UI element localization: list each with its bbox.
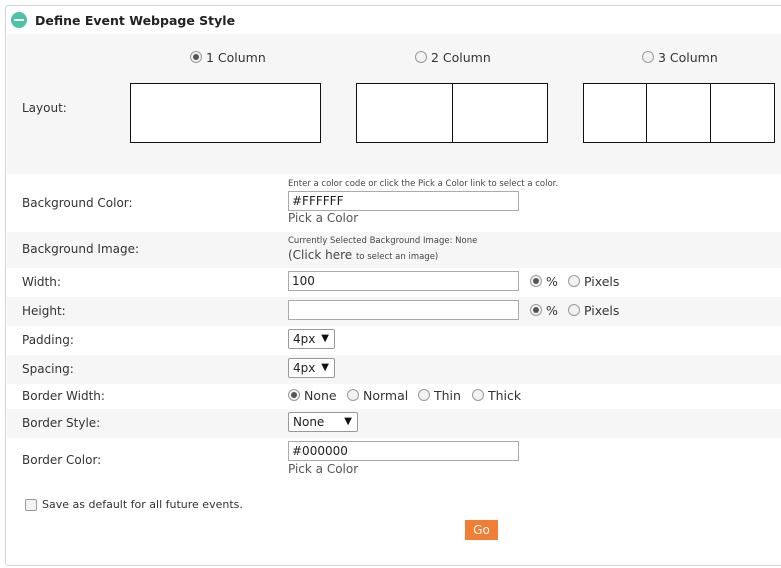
padding-select[interactable]: 4px ▼	[288, 329, 335, 349]
height-percent-label: %	[545, 303, 558, 318]
layout-2-column-preview[interactable]	[356, 83, 548, 143]
spacing-label: Spacing:	[22, 362, 74, 376]
height-input[interactable]	[288, 300, 519, 320]
padding-row: Padding: 4px ▼	[7, 326, 781, 355]
click-here-suffix: to select an image)	[355, 252, 439, 262]
click-here-text[interactable]: (Click here	[288, 248, 352, 262]
border-width-thin-label: Thin	[433, 388, 461, 403]
layout-1-column-label: 1 Column	[205, 50, 266, 65]
background-color-hint: Enter a color code or click the Pick a C…	[288, 179, 559, 189]
width-pixels-radio[interactable]	[568, 275, 580, 287]
border-style-label: Border Style:	[22, 416, 101, 430]
border-pick-color-link[interactable]: Pick a Color	[288, 462, 358, 476]
width-row: Width: % Pixels	[7, 268, 781, 297]
spacing-select-value: 4px	[293, 361, 316, 375]
border-width-thick-label: Thick	[487, 388, 522, 403]
background-image-label: Background Image:	[22, 242, 140, 256]
border-width-thick-radio[interactable]	[472, 389, 484, 401]
padding-label: Padding:	[22, 333, 74, 347]
save-default-checkbox[interactable]	[25, 498, 37, 511]
height-pixels-radio[interactable]	[568, 304, 580, 316]
background-color-input[interactable]	[288, 191, 519, 211]
layout-option-1-column[interactable]: 1 Column	[190, 50, 266, 65]
border-width-normal-option[interactable]: Normal	[347, 388, 408, 403]
border-width-normal-radio[interactable]	[347, 389, 359, 401]
dropdown-arrow-icon: ▼	[321, 333, 329, 344]
layout-1-column-radio[interactable]	[190, 51, 202, 63]
layout-3-column-preview[interactable]	[583, 83, 775, 143]
width-percent-option[interactable]: %	[530, 274, 558, 289]
border-width-thin-radio[interactable]	[418, 389, 430, 401]
border-width-label: Border Width:	[22, 389, 105, 403]
width-pixels-option[interactable]: Pixels	[568, 274, 619, 289]
width-input[interactable]	[288, 271, 519, 291]
column-divider	[452, 84, 453, 142]
border-style-select[interactable]: None ▼	[288, 412, 358, 432]
panel-title: Define Event Webpage Style	[35, 12, 236, 28]
layout-3-column-label: 3 Column	[657, 50, 718, 65]
border-width-normal-label: Normal	[362, 388, 409, 403]
width-percent-radio[interactable]	[530, 275, 542, 287]
layout-1-column-preview[interactable]	[130, 83, 321, 143]
background-color-row: Background Color: Enter a color code or …	[7, 174, 781, 232]
layout-option-3-column[interactable]: 3 Column	[642, 50, 718, 65]
width-pixels-label: Pixels	[583, 274, 620, 289]
column-divider	[710, 84, 711, 142]
border-color-row: Border Color: Pick a Color	[7, 438, 781, 482]
style-panel: Define Event Webpage Style Layout: 1 Col…	[5, 5, 781, 566]
border-width-none-label: None	[303, 388, 337, 403]
layout-label: Layout:	[22, 101, 67, 115]
go-button[interactable]: Go	[465, 520, 498, 540]
dropdown-arrow-icon: ▼	[344, 416, 352, 427]
minus-circle-icon[interactable]	[11, 12, 27, 28]
border-width-thin-option[interactable]: Thin	[418, 388, 461, 403]
height-label: Height:	[22, 304, 66, 318]
border-color-input[interactable]	[288, 441, 519, 461]
border-width-thick-option[interactable]: Thick	[472, 388, 521, 403]
layout-2-column-label: 2 Column	[430, 50, 491, 65]
height-pixels-option[interactable]: Pixels	[568, 303, 619, 318]
background-image-click-link[interactable]: (Click here to select an image)	[288, 248, 438, 262]
dropdown-arrow-icon: ▼	[321, 362, 329, 373]
border-style-row: Border Style: None ▼	[7, 409, 781, 438]
background-image-current: Currently Selected Background Image: Non…	[288, 236, 478, 246]
layout-2-column-radio[interactable]	[415, 51, 427, 63]
width-percent-label: %	[545, 274, 558, 289]
height-percent-option[interactable]: %	[530, 303, 558, 318]
panel-header[interactable]: Define Event Webpage Style	[6, 6, 781, 34]
spacing-row: Spacing: 4px ▼	[7, 355, 781, 384]
layout-3-column-radio[interactable]	[642, 51, 654, 63]
border-width-row: Border Width: None Normal Thin Thick	[7, 384, 781, 409]
layout-row: Layout: 1 Column 2 Column 3 Column	[7, 34, 781, 174]
height-percent-radio[interactable]	[530, 304, 542, 316]
save-default-label: Save as default for all future events.	[42, 498, 243, 511]
width-label: Width:	[22, 275, 61, 289]
border-width-none-radio[interactable]	[288, 389, 300, 401]
background-color-label: Background Color:	[22, 196, 133, 210]
height-row: Height: % Pixels	[7, 297, 781, 326]
layout-option-2-column[interactable]: 2 Column	[415, 50, 491, 65]
border-style-select-value: None	[293, 415, 325, 429]
border-color-label: Border Color:	[22, 453, 102, 467]
background-image-row: Background Image: Currently Selected Bac…	[7, 232, 781, 268]
border-width-none-option[interactable]: None	[288, 388, 337, 403]
height-pixels-label: Pixels	[583, 303, 620, 318]
column-divider	[646, 84, 647, 142]
save-default-option[interactable]: Save as default for all future events.	[25, 498, 243, 511]
spacing-select[interactable]: 4px ▼	[288, 358, 335, 378]
padding-select-value: 4px	[293, 332, 316, 346]
background-pick-color-link[interactable]: Pick a Color	[288, 211, 358, 225]
